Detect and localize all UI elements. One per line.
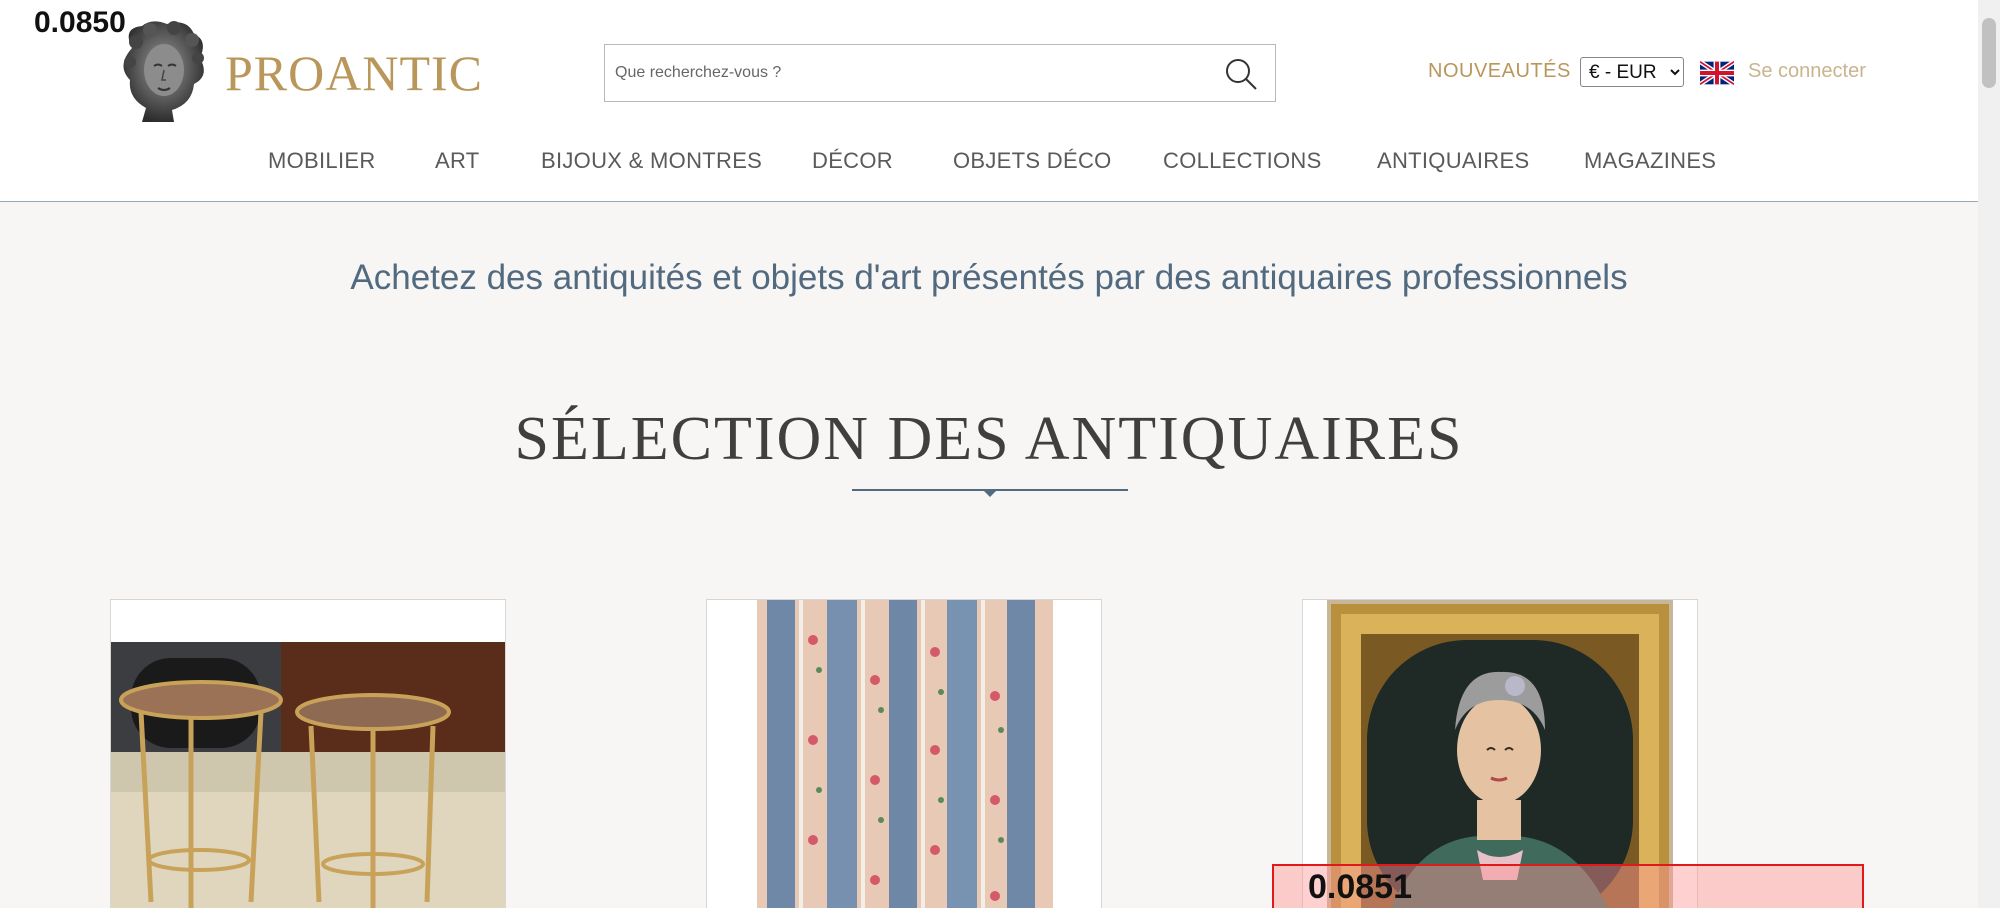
currency-select[interactable]: € - EUR: [1580, 57, 1684, 87]
page-scrollbar[interactable]: [1978, 0, 2000, 908]
search-input[interactable]: [615, 45, 1195, 101]
nav-item-objets-deco[interactable]: OBJETS DÉCO: [953, 148, 1112, 174]
product-card-portrait[interactable]: [1302, 599, 1698, 908]
nav-item-decor[interactable]: DÉCOR: [812, 148, 893, 174]
main-nav: MOBILIER ART BIJOUX & MONTRES DÉCOR OBJE…: [0, 148, 1978, 178]
search-icon[interactable]: [1223, 57, 1259, 91]
score-highlight-box: 0.0851: [1272, 864, 1864, 908]
site-header: PROANTIC NOUVEAUTÉS € - EUR Se connecter…: [0, 0, 1978, 202]
product-image-portrait: [1327, 600, 1673, 908]
brand-logo-text[interactable]: PROANTIC: [225, 44, 483, 102]
nav-item-antiquaires[interactable]: ANTIQUAIRES: [1377, 148, 1529, 174]
product-image-fabric: [757, 600, 1053, 908]
nav-item-mobilier[interactable]: MOBILIER: [268, 148, 376, 174]
score-label-box: 0.0851: [1308, 868, 1412, 906]
logo-bust-icon[interactable]: [112, 18, 212, 122]
product-card-side-tables[interactable]: [110, 599, 506, 908]
product-image-side-tables: [111, 642, 505, 908]
tagline: Achetez des antiquités et objets d'art p…: [350, 258, 1628, 297]
nav-item-collections[interactable]: COLLECTIONS: [1163, 148, 1322, 174]
product-card-fabric[interactable]: [706, 599, 1102, 908]
section-title: SÉLECTION DES ANTIQUAIRES: [514, 405, 1464, 473]
nav-item-art[interactable]: ART: [435, 148, 480, 174]
uk-flag-icon[interactable]: [1700, 60, 1734, 86]
nav-item-magazines[interactable]: MAGAZINES: [1584, 148, 1716, 174]
score-label-top: 0.0850: [34, 6, 126, 39]
search-bar: [604, 44, 1276, 102]
login-link[interactable]: Se connecter: [1748, 60, 1866, 83]
scrollbar-thumb[interactable]: [1982, 18, 1996, 88]
title-divider-caret: [982, 489, 998, 497]
nav-item-bijoux-montres[interactable]: BIJOUX & MONTRES: [541, 148, 762, 174]
new-arrivals-link[interactable]: NOUVEAUTÉS: [1428, 60, 1571, 83]
